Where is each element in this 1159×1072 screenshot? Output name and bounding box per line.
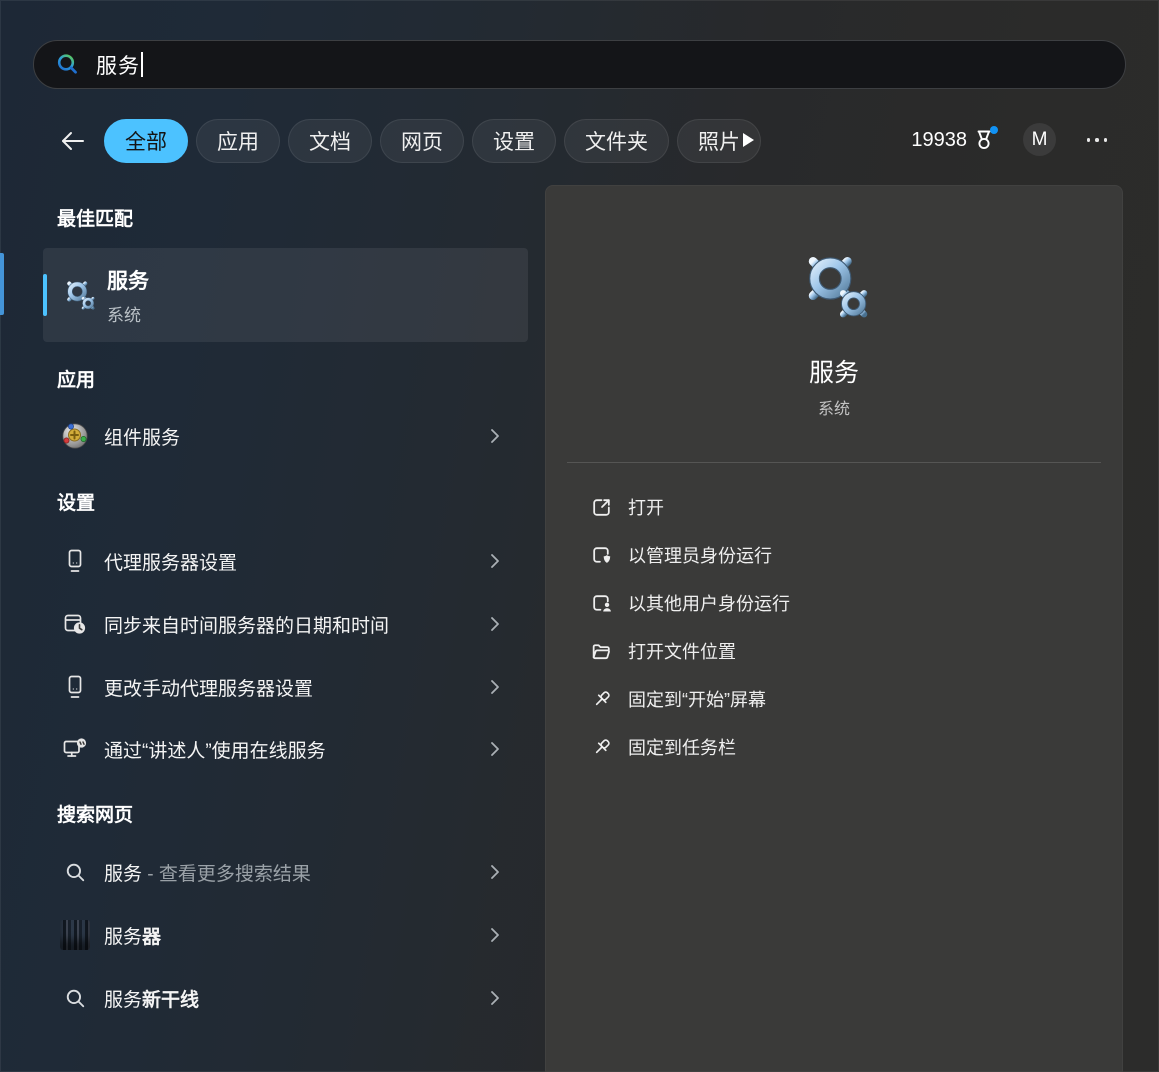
preview-title: 服务 <box>545 353 1123 389</box>
tab-all[interactable]: 全部 <box>104 119 188 163</box>
result-label: 服务新干线 <box>104 985 199 1012</box>
account-avatar[interactable]: M <box>1023 123 1056 156</box>
result-time-sync[interactable]: 同步来自时间服务器的日期和时间 <box>43 598 528 650</box>
result-label: 通过“讲述人”使用在线服务 <box>104 736 326 763</box>
services-gears-icon <box>59 275 99 315</box>
result-label: 代理服务器设置 <box>104 548 237 575</box>
action-label: 打开文件位置 <box>628 638 736 664</box>
chevron-right-icon <box>491 991 500 1005</box>
back-arrow-icon <box>59 130 87 152</box>
play-icon <box>742 132 755 148</box>
ellipsis-icon <box>1087 138 1091 142</box>
component-services-icon <box>60 421 90 451</box>
result-web-shinkansen[interactable]: 服务新干线 <box>43 972 528 1024</box>
action-run-as-admin[interactable]: 以管理员身份运行 <box>569 531 1099 579</box>
calendar-clock-icon <box>60 611 90 637</box>
result-label: 同步来自时间服务器的日期和时间 <box>104 611 389 638</box>
section-header-apps: 应用 <box>57 365 95 392</box>
section-header-web: 搜索网页 <box>57 800 133 827</box>
best-match-subtitle: 系统 <box>107 301 149 326</box>
chevron-right-icon <box>491 554 500 568</box>
run-as-admin-icon <box>589 544 613 567</box>
rewards-counter[interactable]: 19938 <box>880 124 998 157</box>
pin-icon <box>589 688 613 711</box>
section-header-best-match: 最佳匹配 <box>57 204 133 231</box>
search-icon <box>60 861 90 883</box>
tab-settings[interactable]: 设置 <box>472 119 556 163</box>
action-run-as-other-user[interactable]: 以其他用户身份运行 <box>569 579 1099 627</box>
preview-subtitle: 系统 <box>545 395 1123 419</box>
proxy-server-icon <box>60 674 90 700</box>
search-icon <box>55 52 81 78</box>
left-edge-accent <box>0 253 4 315</box>
divider <box>567 462 1101 463</box>
action-pin-to-start[interactable]: 固定到“开始”屏幕 <box>569 675 1099 723</box>
action-pin-to-taskbar[interactable]: 固定到任务栏 <box>569 723 1099 771</box>
server-thumbnail <box>60 920 90 950</box>
result-manual-proxy[interactable]: 更改手动代理服务器设置 <box>43 661 528 713</box>
search-icon <box>60 987 90 1009</box>
pin-icon <box>589 736 613 759</box>
search-box[interactable]: 服务 <box>33 40 1126 89</box>
more-filters-button[interactable] <box>736 128 760 152</box>
open-external-icon <box>589 496 613 519</box>
result-proxy-settings[interactable]: 代理服务器设置 <box>43 535 528 587</box>
tab-web[interactable]: 网页 <box>380 119 464 163</box>
action-open[interactable]: 打开 <box>569 483 1099 531</box>
result-narrator-online[interactable]: 通过“讲述人”使用在线服务 <box>43 723 528 775</box>
result-label: 组件服务 <box>104 423 180 450</box>
result-web-server[interactable]: 服务器 <box>43 909 528 961</box>
chevron-right-icon <box>491 617 500 631</box>
action-label: 固定到“开始”屏幕 <box>628 686 766 712</box>
proxy-server-icon <box>60 548 90 574</box>
action-label: 打开 <box>628 494 664 520</box>
avatar-initial: M <box>1032 129 1048 151</box>
chevron-right-icon <box>491 928 500 942</box>
action-label: 固定到任务栏 <box>628 734 736 760</box>
selection-accent-bar <box>43 274 47 316</box>
options-menu-button[interactable] <box>1080 132 1114 148</box>
run-as-other-user-icon <box>589 592 613 615</box>
rewards-medal-icon <box>970 127 998 155</box>
result-label: 更改手动代理服务器设置 <box>104 674 313 701</box>
tab-apps[interactable]: 应用 <box>196 119 280 163</box>
back-button[interactable] <box>56 126 90 156</box>
rewards-points: 19938 <box>911 129 967 152</box>
result-label: 服务 - 查看更多搜索结果 <box>104 859 311 886</box>
action-open-file-location[interactable]: 打开文件位置 <box>569 627 1099 675</box>
folder-icon <box>589 640 613 663</box>
action-label: 以管理员身份运行 <box>628 542 772 568</box>
tab-folders[interactable]: 文件夹 <box>564 119 669 163</box>
chevron-right-icon <box>491 680 500 694</box>
result-label: 服务器 <box>104 922 161 949</box>
preview-panel: 服务 系统 打开 以管理员身份运行 以其他用户身份运行 <box>545 185 1123 1072</box>
section-header-settings: 设置 <box>57 488 95 515</box>
text-caret <box>141 52 143 77</box>
chevron-right-icon <box>491 742 500 756</box>
best-match-result-services[interactable]: 服务 系统 <box>43 248 528 342</box>
best-match-title: 服务 <box>107 265 149 295</box>
services-gears-icon-large <box>791 243 877 329</box>
action-label: 以其他用户身份运行 <box>628 590 790 616</box>
filter-tabs: 全部 应用 文档 网页 设置 文件夹 照片 <box>104 118 761 163</box>
search-input[interactable]: 服务 <box>96 50 140 80</box>
tab-documents[interactable]: 文档 <box>288 119 372 163</box>
chevron-right-icon <box>491 429 500 443</box>
rewards-notification-dot <box>990 126 998 134</box>
result-component-services[interactable]: 组件服务 <box>43 410 528 462</box>
result-web-search-more[interactable]: 服务 - 查看更多搜索结果 <box>43 846 528 898</box>
narrator-monitor-icon <box>60 736 90 762</box>
chevron-right-icon <box>491 865 500 879</box>
